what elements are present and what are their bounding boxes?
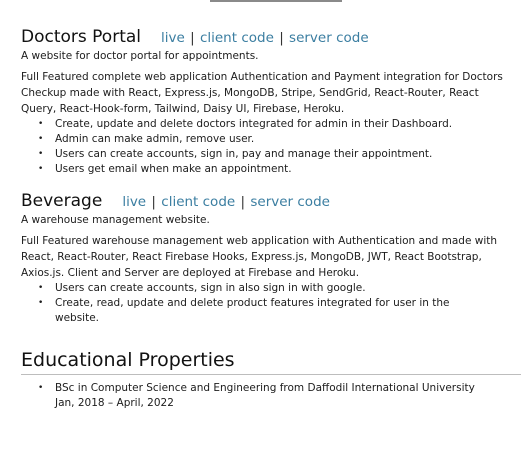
list-item: • Admin can make admin, remove user. (38, 132, 475, 147)
bullet-icon: • (38, 119, 44, 129)
section-divider (21, 374, 521, 375)
education-list: • BSc in Computer Science and Engineering… (21, 381, 521, 411)
list-item-text: BSc in Computer Science and Engineering … (55, 382, 475, 409)
link-separator: | (279, 30, 284, 46)
bullet-icon: • (38, 149, 44, 159)
resume-page: Doctors Portal live | client code | serv… (21, 27, 521, 411)
bullet-icon: • (38, 164, 44, 174)
list-item: • Users get email when make an appointmen… (38, 162, 475, 177)
list-item-text: Create, read, update and delete product … (55, 297, 450, 324)
bullet-icon: • (38, 283, 44, 293)
project-subtitle: A website for doctor portal for appointm… (21, 50, 259, 62)
project-title: Doctors Portal (21, 27, 141, 47)
list-item: • BSc in Computer Science and Engineering… (38, 381, 475, 411)
client-code-link[interactable]: client code (161, 194, 235, 210)
project-subtitle: A warehouse management website. (21, 214, 210, 226)
server-code-link[interactable]: server code (289, 30, 369, 46)
live-link[interactable]: live (161, 30, 185, 46)
link-separator: | (240, 194, 246, 210)
project-description: Full Featured complete web application A… (21, 71, 503, 115)
list-item: • Create, update and delete doctors integ… (38, 117, 475, 132)
list-item: • Users can create accounts, sign in, pay… (38, 147, 475, 162)
link-separator: | (190, 30, 195, 46)
link-separator: | (151, 194, 156, 210)
list-item-text: Users can create accounts, sign in, pay … (55, 148, 433, 160)
project-links: live | client code | server code (161, 30, 369, 46)
feature-list: • Create, update and delete doctors integ… (21, 117, 521, 177)
bullet-icon: • (38, 383, 44, 393)
feature-list: • Users can create accounts, sign in also… (21, 281, 521, 326)
list-item-text: Users get email when make an appointment… (55, 163, 292, 175)
project-links: live | client code | server code (122, 194, 330, 210)
client-code-link[interactable]: client code (200, 30, 274, 46)
project-doctors-portal: Doctors Portal live | client code | serv… (21, 27, 521, 177)
list-item: • Users can create accounts, sign in also… (38, 281, 475, 296)
project-title-row: Beverage live | client code | server cod… (21, 191, 521, 211)
server-code-link[interactable]: server code (250, 194, 330, 210)
list-item-text: Create, update and delete doctors integr… (55, 118, 453, 130)
education-section: Educational Properties • BSc in Computer … (21, 349, 521, 411)
section-title: Educational Properties (21, 349, 235, 371)
project-title: Beverage (21, 191, 103, 211)
project-title-row: Doctors Portal live | client code | serv… (21, 27, 521, 47)
project-beverage: Beverage live | client code | server cod… (21, 191, 521, 326)
list-item: • Create, read, update and delete product… (38, 296, 475, 326)
list-item-text: Admin can make admin, remove user. (55, 133, 255, 145)
live-link[interactable]: live (122, 194, 146, 210)
top-divider (210, 0, 342, 2)
bullet-icon: • (38, 298, 44, 308)
project-description: Full Featured warehouse management web a… (21, 235, 498, 279)
bullet-icon: • (38, 134, 44, 144)
list-item-text: Users can create accounts, sign in also … (55, 282, 366, 294)
